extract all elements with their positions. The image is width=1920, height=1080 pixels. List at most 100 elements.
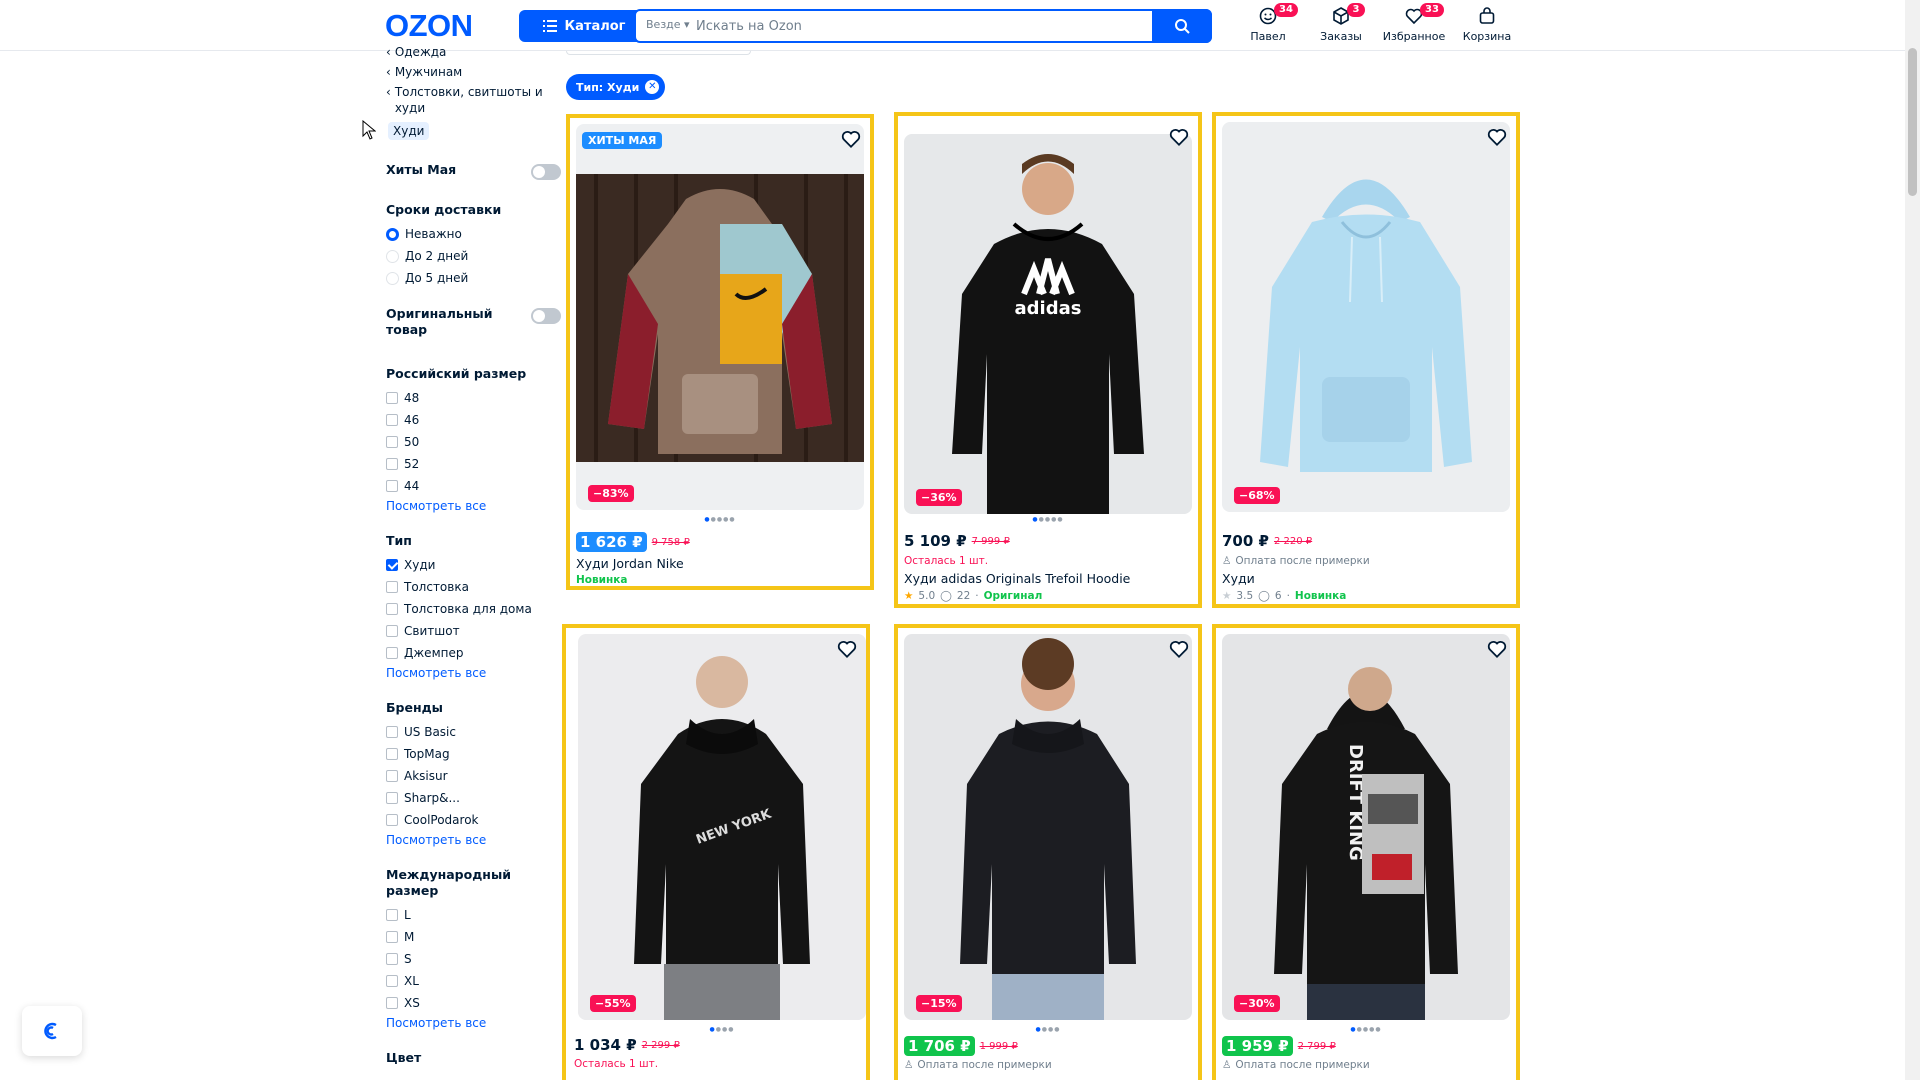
product-image[interactable]: adidas −36% — [904, 134, 1192, 514]
catalog-button[interactable]: Каталог — [519, 10, 649, 42]
checkbox[interactable] — [386, 647, 398, 659]
see-all-link[interactable]: Посмотреть все — [386, 833, 561, 847]
favorite-heart-icon[interactable] — [1168, 638, 1190, 660]
radio-button[interactable] — [386, 271, 399, 285]
close-icon[interactable]: ✕ — [645, 80, 660, 94]
checkbox[interactable] — [386, 603, 398, 615]
see-all-link[interactable]: Посмотреть все — [386, 499, 561, 513]
delivery-option[interactable]: До 2 дней — [386, 248, 561, 264]
brand-option[interactable]: Aksisur — [386, 768, 561, 784]
product-tags: ★ 5.0 ◯ 22 · Оригинал — [904, 590, 1043, 602]
favorite-heart-icon[interactable] — [840, 128, 862, 150]
product-name[interactable]: Худи adidas Originals Trefoil Hoodie — [904, 571, 1130, 586]
product-card[interactable]: ХИТЫ МАЯ −83% ●●●●● 1 626 ₽ 9 758 ₽ Худи… — [566, 114, 874, 590]
radio-button[interactable] — [386, 249, 399, 263]
delivery-option[interactable]: До 5 дней — [386, 270, 561, 286]
product-image[interactable]: DRIFT KING −30% — [1222, 634, 1510, 1020]
search-button[interactable] — [1152, 9, 1212, 43]
type-option[interactable]: Худи — [386, 557, 561, 573]
header-orders[interactable]: 3 Заказы — [1301, 3, 1381, 43]
search-scope-select[interactable]: Везде ▾ — [646, 18, 690, 31]
checkbox[interactable] — [386, 581, 398, 593]
page-scrollbar[interactable] — [1905, 0, 1920, 1080]
size-option[interactable]: XL — [386, 973, 561, 989]
product-image[interactable]: NEW YORK −55% — [578, 634, 866, 1020]
favorite-heart-icon[interactable] — [1486, 638, 1508, 660]
checkbox[interactable] — [386, 625, 398, 637]
checkbox[interactable] — [386, 726, 398, 738]
product-card[interactable]: adidas −36% ●●●●● 5 109 ₽ 7 999 ₽ Остала… — [894, 112, 1202, 608]
product-card[interactable]: −15% ●●●● 1 706 ₽ 1 999 ₽ ♙ Оплата после … — [894, 624, 1202, 1080]
size-option[interactable]: 48 — [386, 390, 561, 406]
search-input[interactable] — [696, 13, 1146, 39]
checkbox[interactable] — [386, 931, 398, 943]
checkbox[interactable] — [386, 909, 398, 921]
breadcrumb-clothes[interactable]: ‹ Одежда — [386, 44, 561, 60]
reviews-count[interactable]: 6 — [1275, 590, 1282, 602]
size-option[interactable]: 50 — [386, 434, 561, 450]
see-all-link[interactable]: Посмотреть все — [386, 1016, 561, 1030]
product-card[interactable]: −68% 700 ₽ 2 220 ₽ ♙ Оплата после примерк… — [1212, 112, 1520, 608]
size-option[interactable]: 46 — [386, 412, 561, 428]
product-image[interactable]: −68% — [1222, 122, 1510, 512]
product-card[interactable]: DRIFT KING −30% ●●●●● 1 959 ₽ 2 799 ₽ ♙ О… — [1212, 624, 1520, 1080]
header-favorites[interactable]: 33 Избранное — [1374, 3, 1454, 43]
favorite-heart-icon[interactable] — [836, 638, 858, 660]
checkbox[interactable] — [386, 814, 398, 826]
size-option[interactable]: 52 — [386, 456, 561, 472]
product-card[interactable]: NEW YORK −55% ●●●● 1 034 ₽ 2 299 ₽ Остал… — [562, 624, 870, 1080]
reviews-count[interactable]: 22 — [957, 590, 970, 602]
image-pager-dots[interactable]: ●●●●● — [1216, 1026, 1516, 1033]
product-image[interactable]: −15% — [904, 634, 1192, 1020]
checkbox[interactable] — [386, 458, 398, 470]
radio-button[interactable] — [386, 227, 399, 241]
checkbox[interactable] — [386, 997, 398, 1009]
sort-select-edge[interactable] — [566, 51, 751, 55]
image-pager-dots[interactable]: ●●●●● — [898, 516, 1198, 523]
checkbox[interactable] — [386, 392, 398, 404]
type-option[interactable]: Джемпер — [386, 645, 561, 661]
option-label: Толстовка — [404, 580, 469, 594]
product-name[interactable]: Худи — [1222, 571, 1255, 586]
brand-option[interactable]: TopMag — [386, 746, 561, 762]
checkbox[interactable] — [386, 770, 398, 782]
image-pager-dots[interactable]: ●●●●● — [570, 516, 870, 523]
checkbox[interactable] — [386, 480, 398, 492]
checkbox[interactable] — [386, 414, 398, 426]
breadcrumb-hoodies-sweatshirts[interactable]: ‹ Толстовки, свитшоты и худи — [386, 84, 561, 116]
checkbox[interactable] — [386, 975, 398, 987]
checkbox[interactable] — [386, 559, 398, 571]
header-profile[interactable]: 34 Павел — [1228, 3, 1308, 43]
hits-toggle[interactable] — [531, 164, 561, 180]
delivery-option[interactable]: Неважно — [386, 226, 561, 242]
brand-option[interactable]: CoolPodarok — [386, 812, 561, 828]
brand-option[interactable]: US Basic — [386, 724, 561, 740]
favorite-heart-icon[interactable] — [1168, 126, 1190, 148]
checkbox[interactable] — [386, 792, 398, 804]
image-pager-dots[interactable]: ●●●● — [572, 1026, 872, 1033]
checkbox[interactable] — [386, 953, 398, 965]
scrollbar-thumb[interactable] — [1908, 48, 1917, 196]
original-toggle[interactable] — [531, 308, 561, 324]
size-option[interactable]: S — [386, 951, 561, 967]
product-name[interactable]: Худи Jordan Nike — [576, 556, 684, 571]
type-option[interactable]: Толстовка для дома — [386, 601, 561, 617]
checkbox[interactable] — [386, 436, 398, 448]
size-option[interactable]: XS — [386, 995, 561, 1011]
checkbox[interactable] — [386, 748, 398, 760]
active-filter-chip[interactable]: Тип: Худи ✕ — [566, 74, 666, 100]
header-cart[interactable]: Корзина — [1447, 6, 1527, 43]
favorite-heart-icon[interactable] — [1486, 126, 1508, 148]
ozon-logo[interactable]: OZON — [385, 10, 473, 41]
product-image[interactable]: ХИТЫ МАЯ −83% — [576, 124, 864, 510]
size-option[interactable]: L — [386, 907, 561, 923]
type-option[interactable]: Свитшот — [386, 623, 561, 639]
type-option[interactable]: Толстовка — [386, 579, 561, 595]
size-option[interactable]: M — [386, 929, 561, 945]
breadcrumb-men[interactable]: ‹ Мужчинам — [386, 64, 561, 80]
size-option[interactable]: 44 — [386, 478, 561, 494]
see-all-link[interactable]: Посмотреть все — [386, 666, 561, 680]
support-chat-button[interactable] — [22, 1006, 82, 1056]
image-pager-dots[interactable]: ●●●● — [898, 1026, 1198, 1033]
brand-option[interactable]: Sharp&... — [386, 790, 561, 806]
